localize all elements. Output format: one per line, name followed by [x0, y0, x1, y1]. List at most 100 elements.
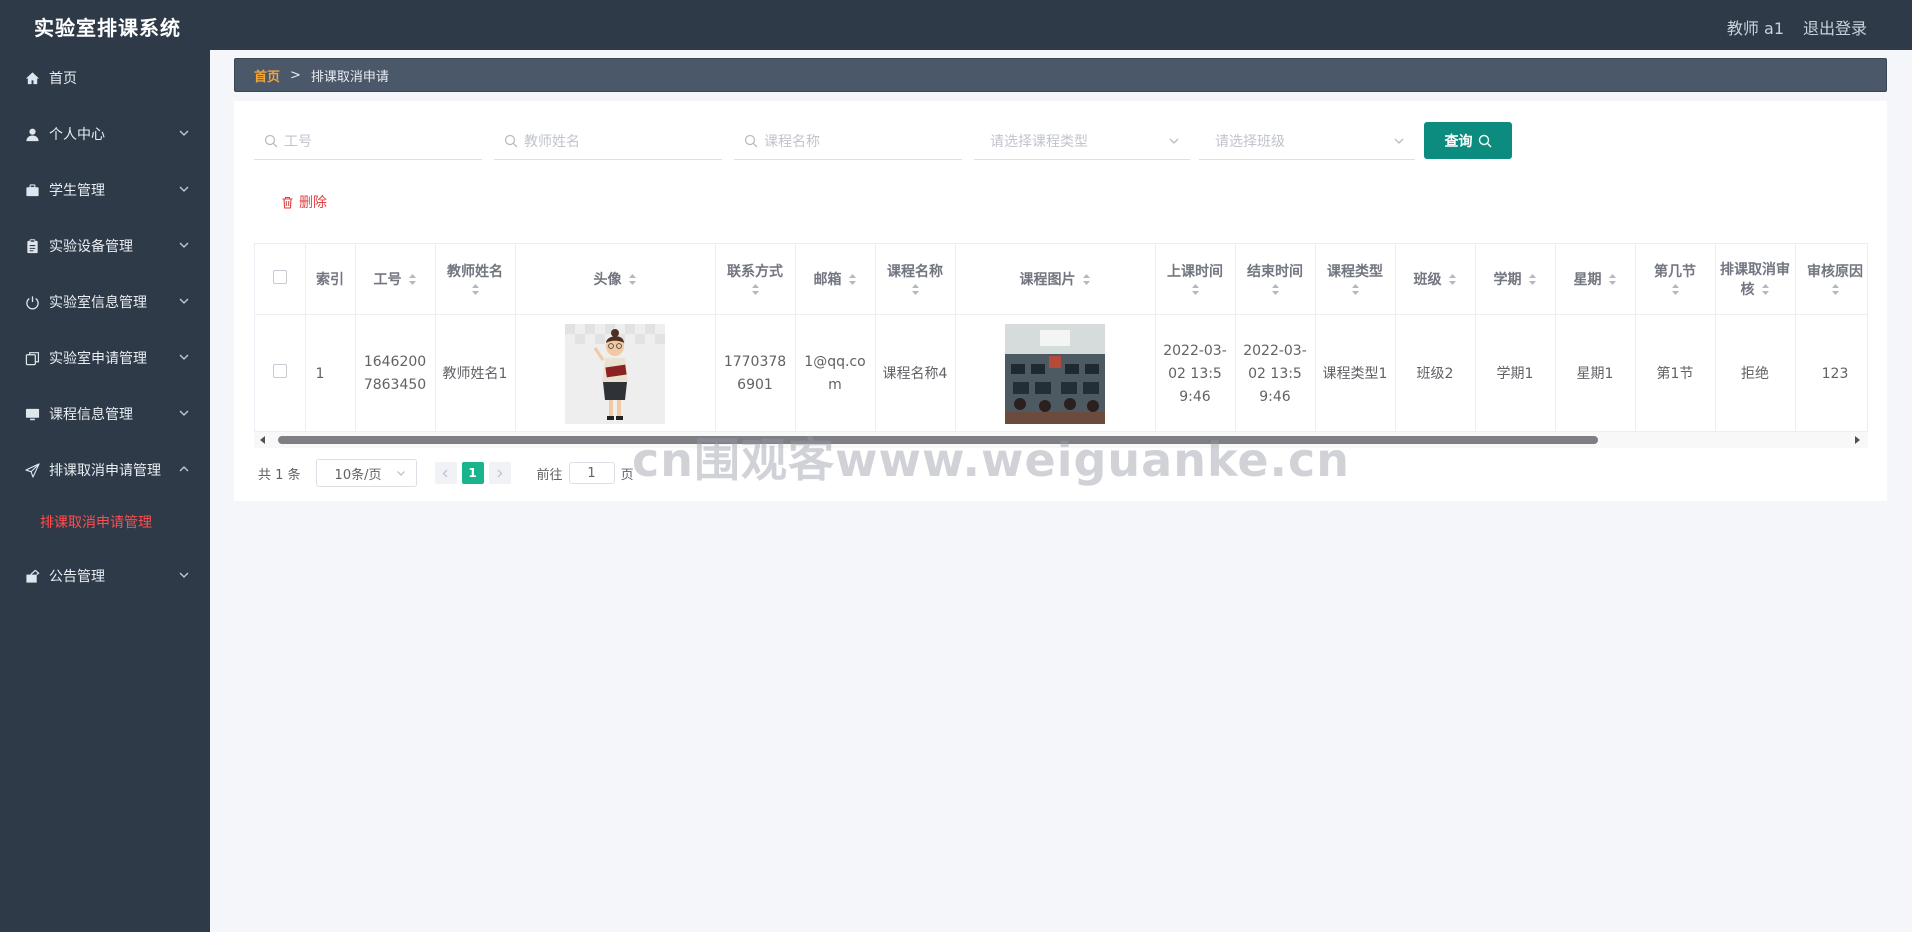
submenu-item-cancel-request-management[interactable]: 排课取消申请管理 — [0, 502, 210, 542]
delete-button[interactable]: 删除 — [281, 192, 327, 212]
page-number-button[interactable]: 1 — [461, 462, 484, 484]
sidebar-item-student-management[interactable]: 学生管理 — [0, 170, 210, 210]
course-name-search-input[interactable]: 课程名称 — [734, 123, 962, 160]
weekday-header[interactable]: 星期 — [1555, 244, 1636, 315]
breadcrumb: 首页 > 排课取消申请 — [234, 58, 1887, 92]
sort-icon[interactable] — [408, 273, 417, 286]
chevron-left-icon — [442, 469, 448, 477]
review-reason-cell: 123 — [1795, 314, 1867, 435]
employee-id-search-input[interactable]: 工号 — [254, 123, 482, 160]
teacher-avatar-image[interactable] — [565, 324, 665, 424]
teacher-name-header[interactable]: 教师姓名 — [435, 244, 516, 315]
sort-icon[interactable] — [1831, 283, 1840, 296]
sidebar-item-lab-application-management[interactable]: 实验室申请管理 — [0, 338, 210, 378]
start-time-cell: 2022-03-02 13:59:46 — [1155, 314, 1236, 435]
briefcase-icon — [24, 182, 40, 198]
class-header[interactable]: 班级 — [1395, 244, 1476, 315]
current-user-label: 教师 a1 — [1726, 19, 1784, 38]
contact-header[interactable]: 联系方式 — [715, 244, 796, 315]
start-time-header[interactable]: 上课时间 — [1155, 244, 1236, 315]
sort-icon[interactable] — [848, 273, 857, 286]
course-type-select[interactable]: 请选择课程类型 — [974, 123, 1190, 160]
select-all-checkbox[interactable] — [272, 269, 287, 284]
sidebar-item-lab-info-management[interactable]: 实验室信息管理 — [0, 282, 210, 322]
breadcrumb-home-link[interactable]: 首页 — [254, 66, 280, 85]
class-select[interactable]: 请选择班级 — [1199, 123, 1415, 160]
sort-icon[interactable] — [1191, 283, 1200, 296]
scroll-left-arrow[interactable] — [260, 436, 265, 444]
page-size-select[interactable]: 10条/页 — [315, 459, 417, 487]
sort-icon[interactable] — [911, 283, 920, 296]
chevron-down-icon — [179, 298, 189, 304]
search-icon — [1478, 134, 1491, 147]
sidebar-item-cancel-request-management[interactable]: 排课取消申请管理 — [0, 450, 210, 490]
goto-page-input[interactable] — [568, 462, 615, 484]
semester-cell: 学期1 — [1475, 314, 1556, 435]
sort-icon[interactable] — [1082, 273, 1091, 286]
table-row[interactable]: 1 16462007863450 教师姓名1 17703786901 1@qq.… — [255, 314, 1867, 435]
chevron-down-icon — [396, 471, 405, 476]
select-all-header — [255, 244, 306, 315]
review-header[interactable]: 排课取消审核 — [1715, 244, 1796, 315]
sidebar-item-equipment-management[interactable]: 实验设备管理 — [0, 226, 210, 266]
sort-icon[interactable] — [1671, 283, 1680, 296]
logout-button[interactable]: 退出登录 — [1803, 15, 1867, 39]
period-cell: 第1节 — [1635, 314, 1716, 435]
pagination-total: 共 1 条 — [258, 467, 301, 483]
end-time-header[interactable]: 结束时间 — [1235, 244, 1316, 315]
top-bar: 实验室排课系统 教师 a1 退出登录 — [0, 0, 1912, 50]
query-button[interactable]: 查询 — [1424, 122, 1512, 159]
sidebar-item-notice-management[interactable]: 公告管理 — [0, 556, 210, 596]
watermark-text: cn围观客www.weiguanke.cn — [632, 433, 1351, 487]
employee-id-header[interactable]: 工号 — [355, 244, 436, 315]
contact-cell: 17703786901 — [715, 314, 796, 435]
power-icon — [24, 294, 40, 310]
sidebar-item-label: 排课取消申请管理 — [49, 463, 161, 479]
sort-icon[interactable] — [1528, 273, 1537, 286]
chevron-down-icon — [1169, 138, 1179, 144]
chevron-right-icon — [497, 469, 503, 477]
search-icon — [264, 134, 278, 148]
teacher-name-search-input[interactable]: 教师姓名 — [494, 123, 722, 160]
chevron-down-icon — [179, 186, 189, 192]
clipboard-icon — [24, 238, 40, 254]
next-page-button[interactable] — [488, 462, 511, 484]
course-type-header[interactable]: 课程类型 — [1315, 244, 1396, 315]
breadcrumb-separator: > — [290, 67, 301, 83]
sort-icon[interactable] — [1761, 283, 1770, 296]
sort-icon[interactable] — [1448, 273, 1457, 286]
sort-icon[interactable] — [751, 283, 760, 296]
pagination: 共 1 条 10条/页 1 前往 页 — [258, 459, 634, 487]
sidebar-item-label: 实验室申请管理 — [49, 351, 147, 367]
chevron-down-icon — [179, 572, 189, 578]
review-reason-header[interactable]: 审核原因 — [1795, 244, 1867, 315]
trash-icon — [282, 196, 293, 209]
course-image-cell — [955, 314, 1156, 435]
avatar-header[interactable]: 头像 — [515, 244, 716, 315]
course-name-header[interactable]: 课程名称 — [875, 244, 956, 315]
prev-page-button[interactable] — [434, 462, 457, 484]
sort-icon[interactable] — [471, 283, 480, 296]
search-icon — [744, 134, 758, 148]
sort-icon[interactable] — [1271, 283, 1280, 296]
scroll-right-arrow[interactable] — [1855, 436, 1860, 444]
sidebar-item-course-info-management[interactable]: 课程信息管理 — [0, 394, 210, 434]
table-header-row: 索引 工号 教师姓名 头像 联系方式 邮箱 课程名称 课程图片 上课时间 结束时… — [255, 244, 1867, 315]
sidebar-item-personal-center[interactable]: 个人中心 — [0, 114, 210, 154]
search-icon — [504, 134, 518, 148]
period-header[interactable]: 第几节 — [1635, 244, 1716, 315]
row-checkbox[interactable] — [272, 363, 287, 378]
course-image-header[interactable]: 课程图片 — [955, 244, 1156, 315]
review-cell: 拒绝 — [1715, 314, 1796, 435]
course-classroom-image[interactable] — [1005, 324, 1105, 424]
copy-icon — [24, 350, 40, 366]
monitor-icon — [24, 406, 40, 422]
sidebar-item-home[interactable]: 首页 — [0, 58, 210, 98]
goto-prefix-label: 前往 — [536, 467, 563, 483]
sort-icon[interactable] — [1351, 283, 1360, 296]
semester-header[interactable]: 学期 — [1475, 244, 1556, 315]
sort-icon[interactable] — [1608, 273, 1617, 286]
email-header[interactable]: 邮箱 — [795, 244, 876, 315]
class-placeholder: 请选择班级 — [1215, 134, 1285, 150]
sort-icon[interactable] — [628, 273, 637, 286]
